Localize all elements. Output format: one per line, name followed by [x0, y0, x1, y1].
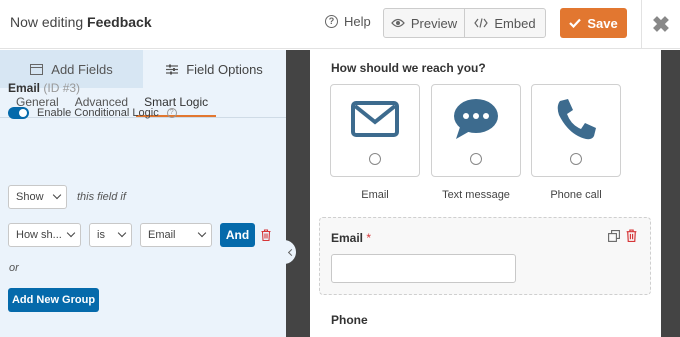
choice-label-phone-call: Phone call	[550, 189, 602, 201]
embed-label: Embed	[494, 15, 536, 31]
question-label: How should we reach you?	[331, 61, 486, 75]
tab-field-options[interactable]: Field Options	[143, 50, 286, 88]
code-icon	[474, 18, 489, 28]
eye-icon	[391, 18, 405, 28]
embed-button[interactable]: Embed	[464, 9, 545, 37]
add-new-group-button[interactable]: Add New Group	[8, 288, 99, 312]
field-id: (ID #3)	[43, 81, 81, 95]
title-prefix: Now editing	[10, 14, 84, 30]
close-button[interactable]: ✖	[641, 0, 680, 49]
close-icon: ✖	[651, 11, 671, 37]
phone-field-label: Phone	[331, 313, 368, 327]
this-field-if-label: this field if	[77, 191, 126, 203]
checkmark-icon	[569, 18, 582, 28]
save-button[interactable]: Save	[560, 8, 627, 38]
tab-add-fields-label: Add Fields	[51, 61, 113, 77]
rule-value-select[interactable]: Email	[140, 223, 212, 247]
and-button[interactable]: And	[220, 223, 255, 247]
required-mark: *	[366, 231, 372, 245]
form-name: Feedback	[87, 14, 152, 30]
rule-field-select[interactable]: How sh...	[8, 223, 81, 247]
help-icon: ?	[325, 15, 338, 28]
conditional-logic-toggle[interactable]	[8, 107, 29, 119]
list-icon	[30, 63, 44, 75]
choice-phone-call[interactable]	[531, 84, 621, 177]
top-bar: Now editing Feedback ? Help Preview Embe…	[0, 0, 680, 49]
choice-radio[interactable]	[470, 153, 482, 165]
rule-field-value: How sh...	[16, 229, 62, 241]
email-field-label: Email *	[331, 231, 371, 245]
chevron-down-icon	[197, 228, 207, 238]
rule-value-value: Email	[148, 229, 176, 241]
preview-label: Preview	[410, 15, 458, 31]
choice-email[interactable]	[330, 84, 420, 177]
choice-label-email: Email	[361, 189, 389, 201]
collapse-panel-handle[interactable]	[284, 240, 296, 264]
chevron-down-icon	[52, 190, 62, 200]
rule-operator-select[interactable]: is	[89, 223, 132, 247]
help-label: Help	[344, 14, 371, 29]
choice-radio[interactable]	[369, 153, 381, 165]
save-label: Save	[587, 15, 618, 31]
help-tooltip-icon[interactable]: ?	[166, 108, 177, 118]
help-button[interactable]: ? Help	[325, 14, 371, 29]
chevron-down-icon	[66, 228, 76, 238]
choice-label-text-message: Text message	[442, 189, 510, 201]
toggle-label: Enable Conditional Logic	[37, 107, 159, 119]
trash-icon[interactable]	[261, 229, 271, 241]
choice-radio[interactable]	[570, 153, 582, 165]
chat-bubble-icon	[432, 97, 520, 141]
or-label: or	[9, 262, 19, 274]
choice-text-message[interactable]	[431, 84, 521, 177]
duplicate-icon[interactable]	[608, 230, 620, 242]
action-select-box[interactable]: Show	[8, 185, 67, 209]
phone-icon	[532, 97, 620, 141]
conditional-logic-row: Enable Conditional Logic ?	[8, 107, 177, 119]
preview-button[interactable]: Preview	[384, 9, 464, 37]
trash-icon[interactable]	[626, 229, 637, 242]
panel-divider	[284, 50, 309, 337]
field-name: Email	[8, 81, 41, 95]
envelope-icon	[331, 97, 419, 141]
email-label-text: Email	[331, 231, 364, 245]
field-heading: Email (ID #3)	[8, 81, 80, 95]
tab-field-options-label: Field Options	[186, 61, 263, 77]
preview-embed-group: Preview Embed	[383, 8, 546, 38]
chevron-left-icon	[287, 248, 295, 256]
sliders-icon	[166, 64, 179, 74]
action-select-value: Show	[16, 191, 44, 203]
email-input[interactable]	[331, 254, 516, 283]
rule-operator-value: is	[97, 229, 105, 241]
page-title: Now editing Feedback	[10, 14, 152, 30]
chevron-down-icon	[117, 228, 127, 238]
